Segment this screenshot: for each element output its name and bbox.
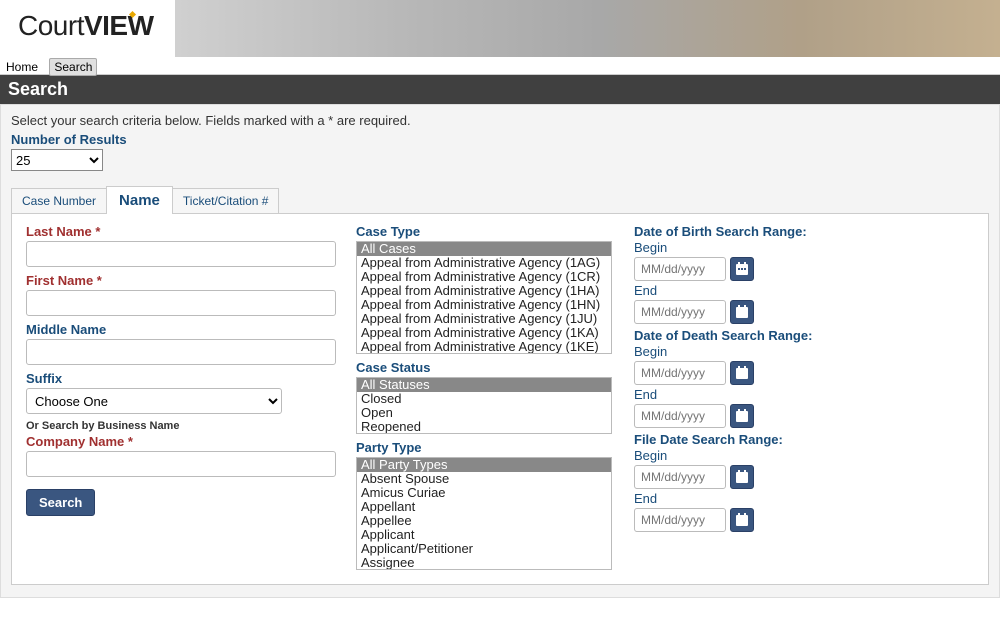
list-item[interactable]: Appellee (357, 514, 611, 528)
list-item[interactable]: Appeal from Administrative Agency (1AG) (357, 256, 611, 270)
list-item[interactable]: All Statuses (357, 378, 611, 392)
header-banner: CourtVIEW (0, 0, 1000, 57)
case-type-listbox[interactable]: All Cases Appeal from Administrative Age… (356, 241, 612, 354)
list-item[interactable]: Open (357, 406, 611, 420)
logo: CourtVIEW (18, 10, 159, 42)
tab-ticket[interactable]: Ticket/Citation # (172, 188, 280, 213)
list-item[interactable]: Closed (357, 392, 611, 406)
file-begin-label: Begin (634, 448, 914, 463)
calendar-icon[interactable] (730, 465, 754, 489)
dob-begin-label: Begin (634, 240, 914, 255)
suffix-label: Suffix (26, 371, 346, 386)
party-type-label: Party Type (356, 440, 618, 455)
list-item[interactable]: Applicant/Petitioner (357, 542, 611, 556)
calendar-icon[interactable] (730, 361, 754, 385)
calendar-icon[interactable] (730, 300, 754, 324)
dod-end-input[interactable] (634, 404, 726, 428)
dob-begin-input[interactable] (634, 257, 726, 281)
list-item[interactable]: Amicus Curiae (357, 486, 611, 500)
list-item[interactable]: Appeal from Administrative Agency (1JU) (357, 312, 611, 326)
case-status-listbox[interactable]: All Statuses Closed Open Reopened (356, 377, 612, 434)
file-range-label: File Date Search Range: (634, 432, 914, 447)
nav-search[interactable]: Search (49, 58, 97, 76)
middle-name-label: Middle Name (26, 322, 346, 337)
list-item[interactable]: All Party Types (357, 458, 611, 472)
list-item[interactable]: Appeal from Administrative Agency (1HA) (357, 284, 611, 298)
page-title: Search (0, 75, 1000, 104)
calendar-icon[interactable] (730, 257, 754, 281)
calendar-icon[interactable] (730, 508, 754, 532)
results-label: Number of Results (11, 132, 989, 147)
dod-range-label: Date of Death Search Range: (634, 328, 914, 343)
last-name-label: Last Name * (26, 224, 346, 239)
list-item[interactable]: Absent Spouse (357, 472, 611, 486)
last-name-input[interactable] (26, 241, 336, 267)
dod-begin-label: Begin (634, 344, 914, 359)
company-name-label: Company Name * (26, 434, 346, 449)
list-item[interactable]: Appellant (357, 500, 611, 514)
nav-home[interactable]: Home (2, 59, 42, 75)
list-item[interactable]: Appeal from Administrative Agency (1KE) (357, 340, 611, 354)
dob-end-input[interactable] (634, 300, 726, 324)
list-item[interactable]: Reopened (357, 420, 611, 434)
file-end-input[interactable] (634, 508, 726, 532)
company-name-input[interactable] (26, 451, 336, 477)
list-item[interactable]: Appeal from Administrative Agency (1HN) (357, 298, 611, 312)
dod-end-label: End (634, 387, 914, 402)
list-item[interactable]: Appeal from Administrative Agency (1KA) (357, 326, 611, 340)
file-end-label: End (634, 491, 914, 506)
tabs: Case NumberNameTicket/Citation # (11, 186, 989, 214)
instructions-text: Select your search criteria below. Field… (11, 113, 989, 128)
dob-end-label: End (634, 283, 914, 298)
results-select[interactable]: 25 (11, 149, 103, 171)
middle-name-input[interactable] (26, 339, 336, 365)
tab-name[interactable]: Name (106, 186, 173, 214)
tab-case-number[interactable]: Case Number (11, 188, 107, 213)
nav-bar: Home Search (0, 57, 1000, 75)
list-item[interactable]: Assignee (357, 556, 611, 570)
case-type-label: Case Type (356, 224, 618, 239)
content-area: Select your search criteria below. Field… (0, 104, 1000, 598)
dod-begin-input[interactable] (634, 361, 726, 385)
case-status-label: Case Status (356, 360, 618, 375)
list-item[interactable]: Appeal from Administrative Agency (1CR) (357, 270, 611, 284)
form-area: Last Name * First Name * Middle Name Suf… (11, 213, 989, 585)
dob-range-label: Date of Birth Search Range: (634, 224, 914, 239)
file-begin-input[interactable] (634, 465, 726, 489)
calendar-icon[interactable] (730, 404, 754, 428)
first-name-label: First Name * (26, 273, 346, 288)
party-type-listbox[interactable]: All Party Types Absent Spouse Amicus Cur… (356, 457, 612, 570)
first-name-input[interactable] (26, 290, 336, 316)
list-item[interactable]: All Cases (357, 242, 611, 256)
suffix-select[interactable]: Choose One (26, 388, 282, 414)
list-item[interactable]: Applicant (357, 528, 611, 542)
search-button[interactable]: Search (26, 489, 95, 516)
business-subtext: Or Search by Business Name (26, 420, 346, 432)
